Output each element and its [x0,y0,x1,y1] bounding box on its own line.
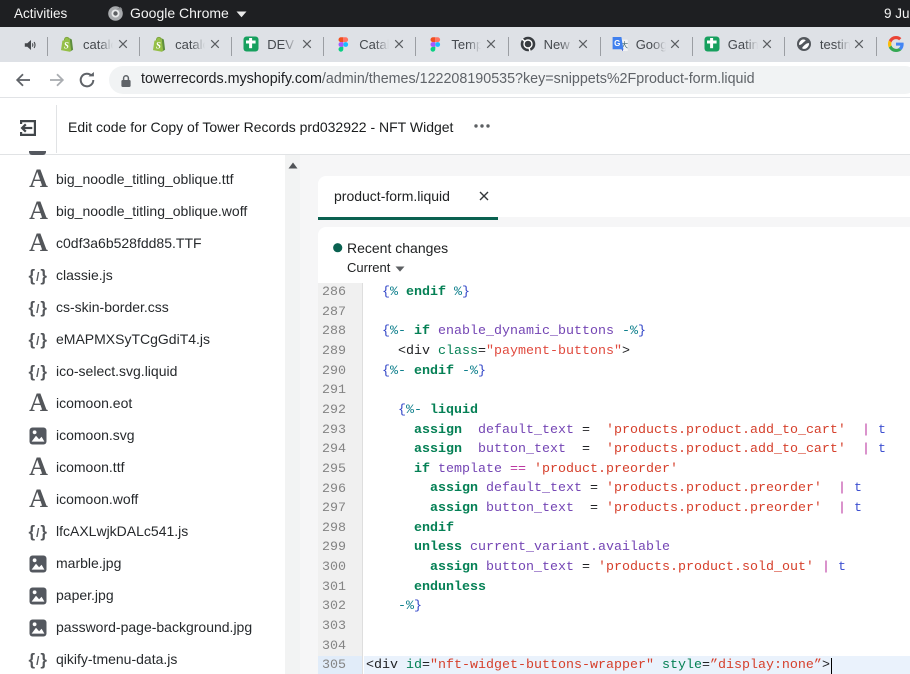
svg-text:S: S [156,40,161,50]
svg-text:S: S [64,40,69,50]
svg-text:G: G [614,39,620,48]
